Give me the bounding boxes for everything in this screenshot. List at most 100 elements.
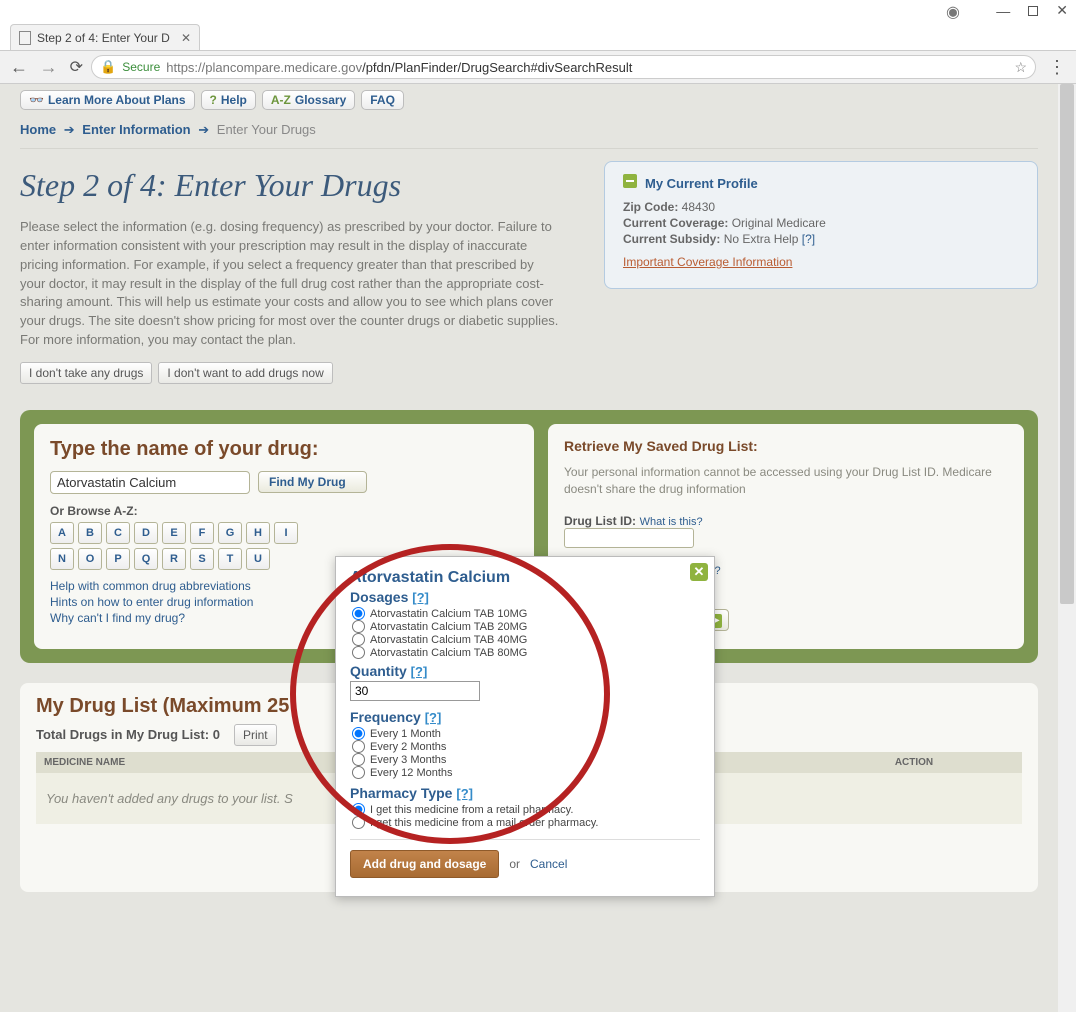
coverage-value: Original Medicare	[732, 216, 826, 230]
my-profile-panel: My Current Profile Zip Code: 48430 Curre…	[604, 161, 1038, 289]
intro-text: Please select the information (e.g. dosi…	[20, 218, 560, 350]
drug-dosage-dialog: ✕ Atorvastatin Calcium Dosages [?] Atorv…	[335, 556, 715, 897]
popup-drug-name: Atorvastatin Calcium	[350, 569, 700, 587]
dosage-option[interactable]: Atorvastatin Calcium TAB 40MG	[352, 633, 700, 646]
dosages-heading: Dosages	[350, 589, 408, 605]
pharmacy-option[interactable]: I get this medicine from a mail order ph…	[352, 816, 700, 829]
drug-list-id-input[interactable]	[564, 528, 694, 548]
account-icon[interactable]: ◉	[946, 2, 960, 22]
az-letter-u[interactable]: U	[246, 548, 270, 570]
collapse-icon[interactable]	[623, 174, 637, 188]
dosage-radio[interactable]	[352, 633, 365, 646]
close-dialog-icon[interactable]: ✕	[690, 563, 708, 581]
no-drugs-button[interactable]: I don't take any drugs	[20, 362, 152, 384]
page-title: Step 2 of 4: Enter Your Drugs	[20, 161, 580, 218]
cancel-link[interactable]: Cancel	[530, 857, 567, 871]
dosages-help-icon[interactable]: [?]	[412, 590, 429, 605]
az-letter-n[interactable]: N	[50, 548, 74, 570]
frequency-radio[interactable]	[352, 766, 365, 779]
quantity-heading: Quantity	[350, 663, 407, 679]
dosage-option[interactable]: Atorvastatin Calcium TAB 20MG	[352, 620, 700, 633]
pharmacy-option[interactable]: I get this medicine from a retail pharma…	[352, 803, 700, 816]
nav-learn-more[interactable]: 👓Learn More About Plans	[20, 90, 195, 110]
drug-list-id-label: Drug List ID:	[564, 514, 636, 528]
dosage-option[interactable]: Atorvastatin Calcium TAB 80MG	[352, 646, 700, 659]
back-icon[interactable]: ←	[10, 57, 28, 77]
col-action: ACTION	[814, 757, 1014, 768]
frequency-option[interactable]: Every 2 Months	[352, 740, 700, 753]
page-icon	[19, 31, 31, 45]
maximize-icon[interactable]	[1028, 6, 1038, 16]
frequency-radio[interactable]	[352, 727, 365, 740]
az-letter-b[interactable]: B	[78, 522, 102, 544]
az-letter-q[interactable]: Q	[134, 548, 158, 570]
retrieve-heading: Retrieve My Saved Drug List:	[564, 438, 1008, 454]
quantity-help-icon[interactable]: [?]	[411, 664, 428, 679]
drug-name-input[interactable]	[50, 471, 250, 494]
az-letter-h[interactable]: H	[246, 522, 270, 544]
nav-glossary[interactable]: A-ZGlossary	[262, 90, 355, 110]
dosage-radio[interactable]	[352, 646, 365, 659]
az-letter-t[interactable]: T	[218, 548, 242, 570]
tab-close-icon[interactable]: ✕	[181, 31, 191, 45]
frequency-option[interactable]: Every 12 Months	[352, 766, 700, 779]
browser-menu-icon[interactable]: ⋮	[1044, 57, 1070, 78]
url-text: https://plancompare.medicare.gov/pfdn/Pl…	[166, 60, 632, 75]
find-my-drug-button[interactable]: Find My Drug	[258, 471, 367, 493]
minimize-icon[interactable]: —	[996, 3, 1010, 19]
pharmacy-type-heading: Pharmacy Type	[350, 785, 452, 801]
frequency-radio[interactable]	[352, 753, 365, 766]
lock-icon: 🔒	[100, 59, 116, 75]
az-icon: A-Z	[271, 93, 291, 107]
nav-help[interactable]: ?Help	[201, 90, 256, 110]
az-letter-g[interactable]: G	[218, 522, 242, 544]
dosage-option[interactable]: Atorvastatin Calcium TAB 10MG	[352, 607, 700, 620]
help-icon: ?	[210, 93, 217, 107]
az-letter-a[interactable]: A	[50, 522, 74, 544]
secure-label: Secure	[122, 60, 160, 74]
browse-az-label: Or Browse A-Z:	[50, 504, 518, 518]
frequency-heading: Frequency	[350, 709, 421, 725]
frequency-help-icon[interactable]: [?]	[425, 710, 442, 725]
frequency-radio[interactable]	[352, 740, 365, 753]
az-letter-f[interactable]: F	[190, 522, 214, 544]
pharmacy-radio[interactable]	[352, 803, 365, 816]
reload-icon[interactable]: ⟳	[70, 57, 83, 77]
add-drug-button[interactable]: Add drug and dosage	[350, 850, 499, 878]
bookmark-star-icon[interactable]: ☆	[1014, 59, 1027, 76]
az-letter-s[interactable]: S	[190, 548, 214, 570]
pharmacy-radio[interactable]	[352, 816, 365, 829]
what-is-this-link[interactable]: What is this?	[640, 516, 703, 528]
breadcrumb: Home ➔ Enter Information ➔ Enter Your Dr…	[20, 114, 1038, 149]
subsidy-help-icon[interactable]: [?]	[802, 232, 815, 246]
az-letter-o[interactable]: O	[78, 548, 102, 570]
breadcrumb-enter-info[interactable]: Enter Information	[82, 122, 190, 137]
print-button[interactable]: Print	[234, 724, 277, 746]
address-bar[interactable]: 🔒 Secure https://plancompare.medicare.go…	[91, 55, 1036, 79]
zip-code-value: 48430	[682, 200, 715, 214]
skip-drugs-button[interactable]: I don't want to add drugs now	[158, 362, 332, 384]
az-letter-c[interactable]: C	[106, 522, 130, 544]
important-coverage-link[interactable]: Important Coverage Information	[623, 255, 792, 269]
retrieve-desc: Your personal information cannot be acce…	[564, 464, 1008, 499]
vertical-scrollbar[interactable]	[1058, 84, 1076, 1012]
az-letter-d[interactable]: D	[134, 522, 158, 544]
close-window-icon[interactable]: ✕	[1056, 2, 1068, 19]
az-letter-p[interactable]: P	[106, 548, 130, 570]
tab-title: Step 2 of 4: Enter Your D	[37, 31, 175, 45]
az-letter-i[interactable]: I	[274, 522, 298, 544]
frequency-option[interactable]: Every 1 Month	[352, 727, 700, 740]
browser-tab[interactable]: Step 2 of 4: Enter Your D ✕	[10, 24, 200, 50]
frequency-option[interactable]: Every 3 Months	[352, 753, 700, 766]
breadcrumb-home[interactable]: Home	[20, 122, 56, 137]
or-text: or	[509, 857, 520, 871]
pharmacy-help-icon[interactable]: [?]	[456, 786, 473, 801]
forward-icon[interactable]: →	[40, 57, 58, 77]
az-letter-r[interactable]: R	[162, 548, 186, 570]
az-letter-e[interactable]: E	[162, 522, 186, 544]
quantity-input[interactable]	[350, 681, 480, 701]
dosage-radio[interactable]	[352, 607, 365, 620]
drug-search-heading: Type the name of your drug:	[50, 438, 518, 461]
dosage-radio[interactable]	[352, 620, 365, 633]
nav-faq[interactable]: FAQ	[361, 90, 404, 110]
